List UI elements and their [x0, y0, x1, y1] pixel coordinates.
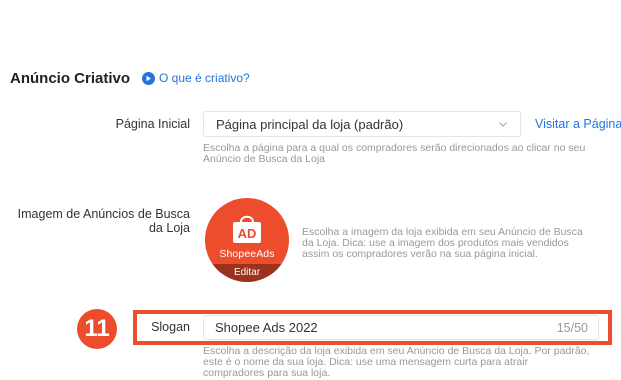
ad-brand-text: ShopeeAds [219, 248, 275, 260]
section-title: Anúncio Criativo [10, 70, 131, 87]
landing-page-selected-value: Página principal da loja (padrão) [216, 116, 404, 132]
slogan-hint-line: compradores para sua loja. [203, 367, 331, 379]
shopping-bag-icon: AD [233, 215, 261, 243]
landing-page-label: Página Inicial [115, 117, 190, 131]
edit-image-button[interactable]: Editar [205, 264, 289, 282]
play-circle-icon [142, 71, 155, 85]
chevron-down-icon [498, 117, 508, 132]
help-link[interactable]: O que é criativo? [142, 71, 250, 85]
slogan-hint: Escolha a descrição da loja exibida em s… [203, 346, 589, 379]
landing-page-hint: Escolha a página para a qual os comprado… [203, 143, 585, 165]
landing-page-hint-line: Anúncio de Busca da Loja [203, 153, 326, 165]
ad-image-upload[interactable]: AD ShopeeAds Editar [205, 198, 289, 282]
ad-image-hint: Escolha a imagem da loja exibida em seu … [302, 227, 583, 260]
ad-bag-text: AD [238, 226, 257, 241]
slogan-label: Slogan [151, 320, 190, 334]
slogan-value: Shopee Ads 2022 [215, 320, 318, 335]
help-link-label: O que é criativo? [159, 71, 250, 85]
ad-image-label-line: da Loja [148, 221, 190, 235]
slogan-char-count: 15/50 [556, 320, 588, 335]
visit-page-link[interactable]: Visitar a Página [535, 117, 621, 131]
landing-page-select[interactable]: Página principal da loja (padrão) [203, 111, 521, 137]
ad-image-label-line: Imagem de Anúncios de Busca [17, 207, 190, 221]
ad-image-hint-line: assim os compradores verão na sua página… [302, 248, 538, 260]
ad-image-label: Imagem de Anúncios de Busca da Loja [18, 207, 190, 235]
slogan-input[interactable]: Shopee Ads 2022 15/50 [203, 315, 599, 340]
step-number-badge: 11 [77, 309, 117, 349]
